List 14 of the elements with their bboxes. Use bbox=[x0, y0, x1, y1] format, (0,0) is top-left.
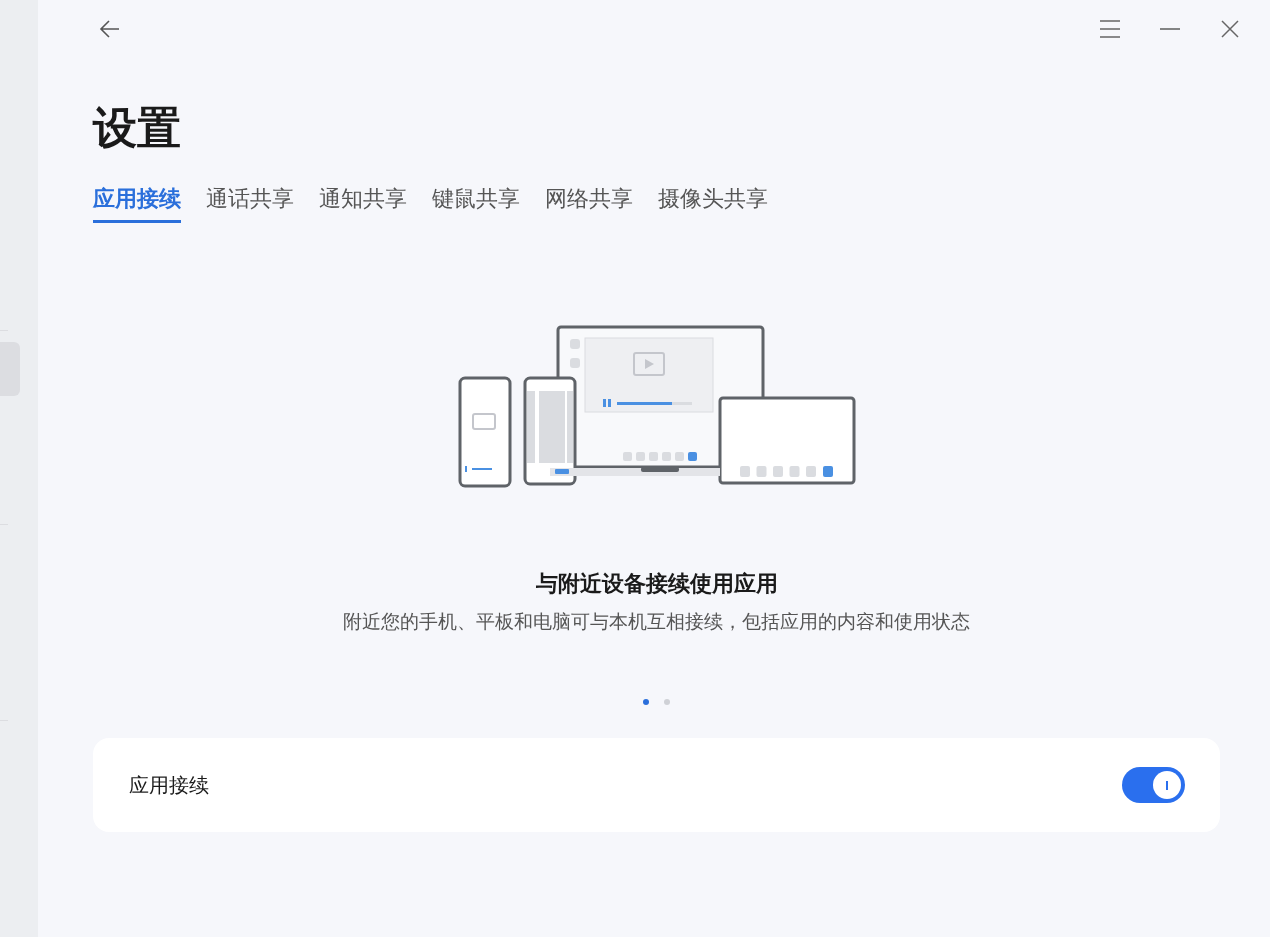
tab[interactable]: 通知共享 bbox=[319, 184, 407, 223]
close-icon bbox=[1221, 20, 1239, 38]
tab[interactable]: 应用接续 bbox=[93, 184, 181, 223]
setting-label: 应用接续 bbox=[129, 773, 209, 798]
feature-heading: 与附近设备接续使用应用 bbox=[534, 570, 779, 598]
toggle-switch[interactable] bbox=[1122, 767, 1185, 803]
tab[interactable]: 网络共享 bbox=[545, 184, 633, 223]
tab[interactable]: 通话共享 bbox=[206, 184, 294, 223]
menu-icon bbox=[1099, 19, 1121, 39]
tab[interactable]: 键鼠共享 bbox=[432, 184, 520, 223]
minimize-icon bbox=[1159, 27, 1181, 31]
feature-description: 附近您的手机、平板和电脑可与本机互相接续，包括应用的内容和使用状态 bbox=[342, 610, 971, 634]
tab[interactable]: 摄像头共享 bbox=[658, 184, 768, 223]
page-title: 设置 bbox=[93, 102, 181, 154]
